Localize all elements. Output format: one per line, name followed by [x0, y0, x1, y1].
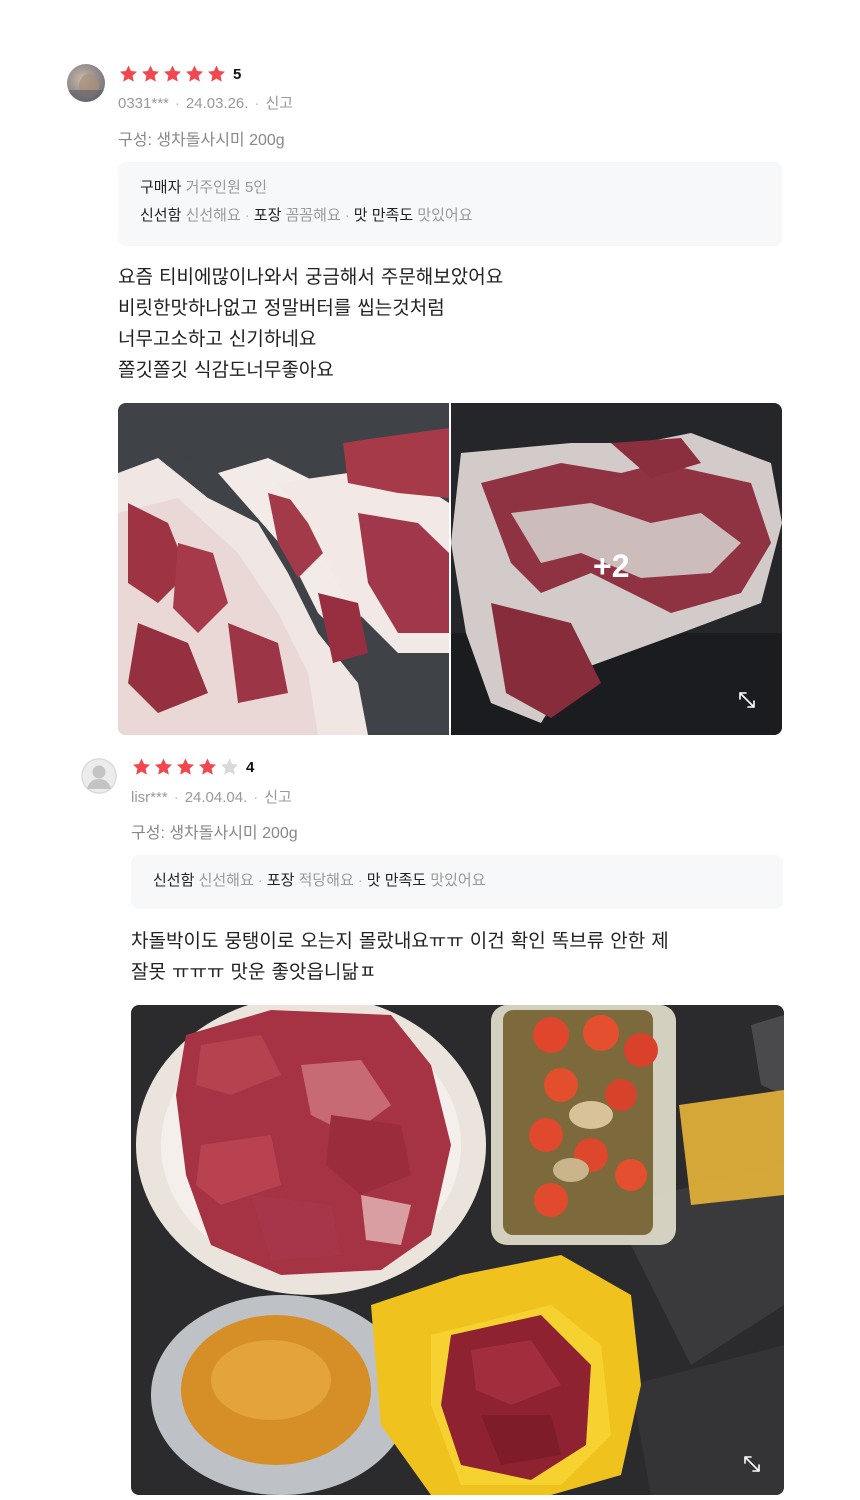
- attr-label: 신선함: [153, 872, 195, 889]
- attr-value: 거주인원 5인: [185, 179, 268, 196]
- attr-label: 구매자: [140, 179, 182, 196]
- star-icon: [175, 757, 196, 777]
- star-icon: [162, 64, 183, 84]
- star-icon: [118, 64, 139, 84]
- separator: ·: [253, 789, 259, 806]
- evaluation-row: 신선함 신선해요 · 포장 꼼꼼해요 · 맛 만족도 맛있어요: [140, 202, 760, 230]
- separator: ·: [257, 872, 263, 889]
- review-attributes: 신선함 신선해요 · 포장 적당해요 · 맛 만족도 맛있어요: [131, 855, 783, 909]
- rating-score: 5: [233, 65, 242, 83]
- attr-label: 신선함: [140, 207, 182, 224]
- star-icon: [153, 757, 174, 777]
- review-meta: 0331*** · 24.03.26. · 신고: [118, 92, 293, 113]
- avatar: [67, 64, 105, 102]
- star-icon: [206, 64, 227, 84]
- user-id: 0331***: [118, 95, 169, 112]
- evaluation-row: 신선함 신선해요 · 포장 적당해요 · 맛 만족도 맛있어요: [153, 867, 761, 895]
- attr-value: 맛있어요: [430, 872, 486, 889]
- review-body: 요즘 티비에많이나와서 궁금해서 주문해보았어요 비릿한맛하나없고 정말버터를 …: [118, 266, 504, 381]
- attr-value: 적당해요: [298, 872, 354, 889]
- attr-value: 신선해요: [198, 872, 254, 889]
- star-rating: 4: [131, 757, 254, 777]
- attr-value: 꼼꼼해요: [285, 207, 341, 224]
- attr-label: 맛 만족도: [353, 207, 414, 224]
- attr-value: 맛있어요: [417, 207, 473, 224]
- attr-label: 맛 만족도: [366, 872, 427, 889]
- default-avatar-icon: [81, 758, 117, 794]
- buyer-row: 구매자 거주인원 5인: [140, 174, 760, 202]
- star-icon: [197, 757, 218, 777]
- star-icon: [140, 64, 161, 84]
- user-id: lisr***: [131, 789, 168, 806]
- separator: ·: [357, 872, 363, 889]
- report-button[interactable]: 신고: [264, 789, 292, 806]
- expand-icon[interactable]: [741, 1453, 763, 1475]
- review-photo[interactable]: [118, 403, 449, 735]
- rating-score: 4: [246, 758, 255, 776]
- review-meta: lisr*** · 24.04.04. · 신고: [131, 786, 292, 807]
- separator: ·: [254, 95, 260, 112]
- review-body: 차돌박이도 뭉탱이로 오는지 몰랐내요ㅠㅠ 이건 확인 똑브류 안한 제 잘못 …: [131, 930, 669, 983]
- review-attributes: 구매자 거주인원 5인 신선함 신선해요 · 포장 꼼꼼해요 · 맛 만족도 맛있어요: [118, 162, 782, 246]
- purchase-option: 구성: 생차돌사시미 200g: [118, 132, 285, 149]
- attr-value: 신선해요: [185, 207, 241, 224]
- review-date: 24.04.04.: [184, 789, 248, 806]
- separator: ·: [174, 95, 180, 112]
- star-icon: [184, 64, 205, 84]
- purchase-option: 구성: 생차돌사시미 200g: [131, 825, 298, 842]
- star-icon: [219, 757, 240, 777]
- more-photos-count: +2: [593, 548, 630, 584]
- review-photo[interactable]: +2: [451, 403, 782, 735]
- review-date: 24.03.26.: [185, 95, 249, 112]
- star-icon: [131, 757, 152, 777]
- review-photo[interactable]: [131, 1005, 784, 1495]
- separator: ·: [244, 207, 250, 224]
- attr-label: 포장: [253, 207, 282, 224]
- star-rating: 5: [118, 64, 241, 84]
- separator: ·: [173, 789, 179, 806]
- attr-label: 포장: [266, 872, 295, 889]
- report-button[interactable]: 신고: [265, 95, 293, 112]
- separator: ·: [344, 207, 350, 224]
- expand-icon[interactable]: [736, 689, 758, 711]
